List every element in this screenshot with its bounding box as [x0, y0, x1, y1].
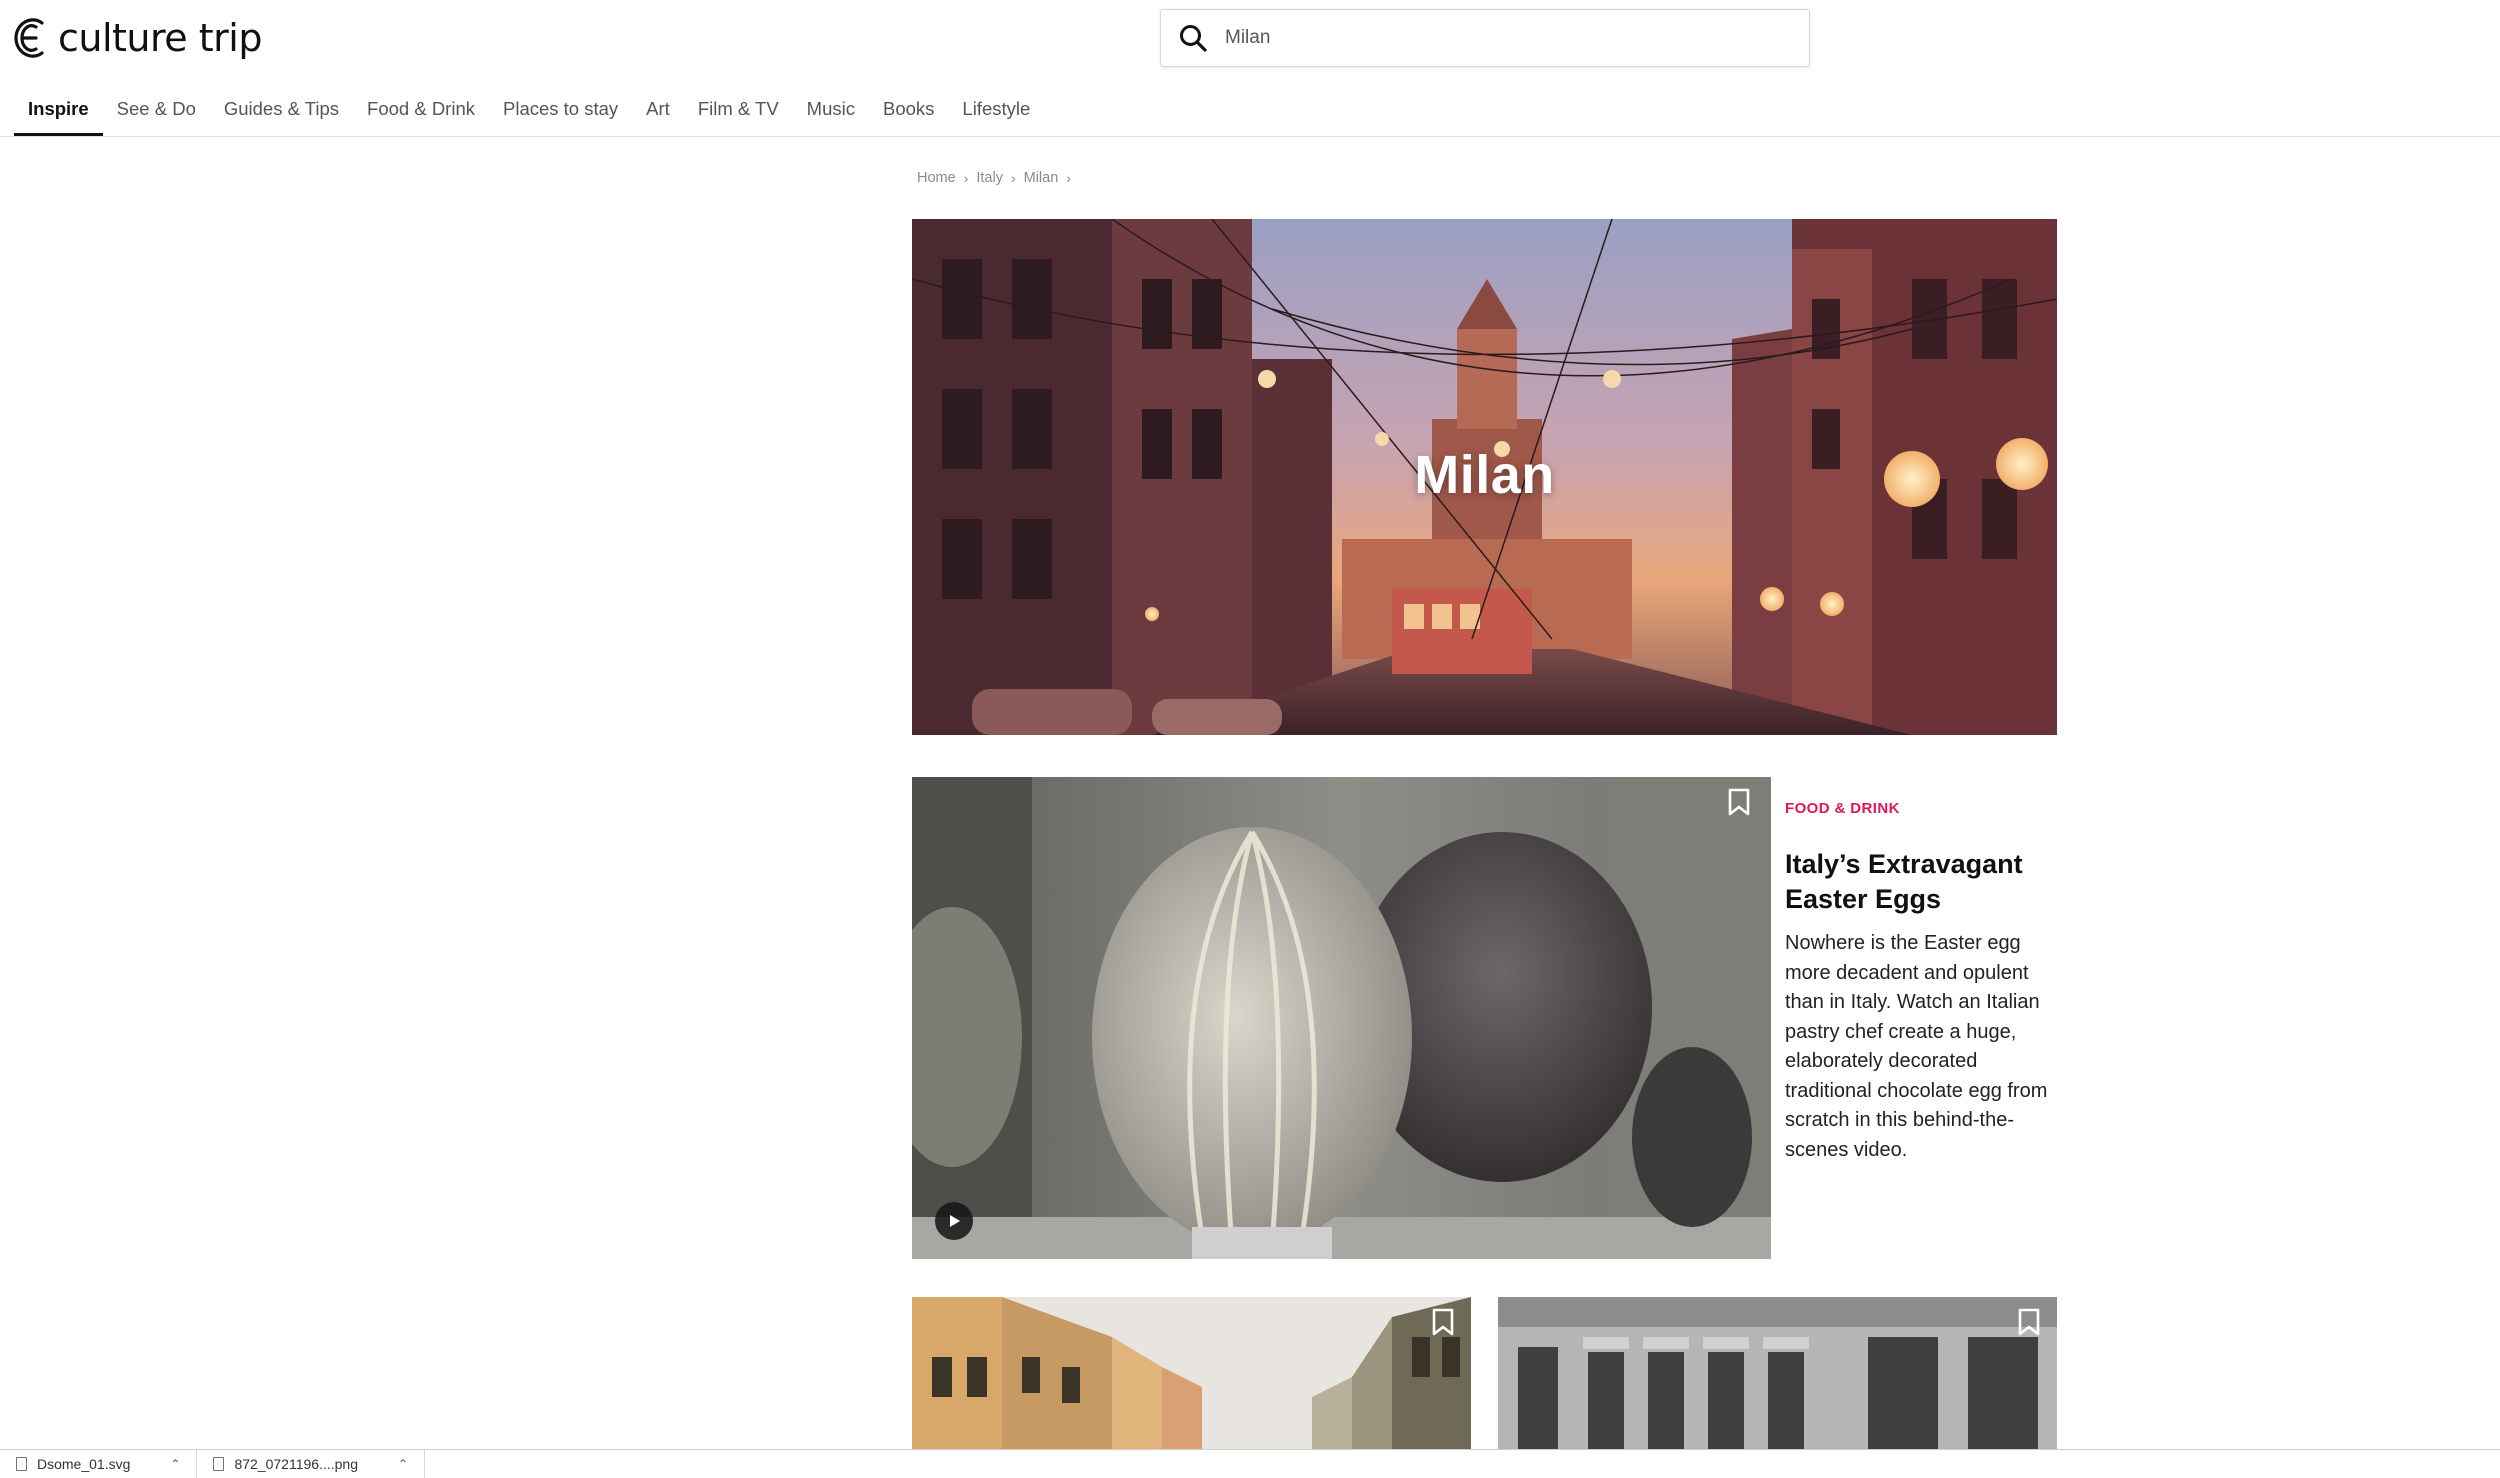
nav-item-art[interactable]: Art: [632, 90, 684, 136]
hero-banner: Milan: [912, 219, 2057, 735]
breadcrumb-separator: ›: [1010, 170, 1016, 186]
article-category[interactable]: FOOD & DRINK: [1785, 800, 2055, 817]
nav-item-books[interactable]: Books: [869, 90, 948, 136]
milan-street-photo: [912, 1297, 1471, 1449]
culture-trip-logo-icon: [14, 18, 44, 58]
chevron-up-icon[interactable]: ⌃: [170, 1457, 180, 1471]
breadcrumb: Home › Italy › Milan ›: [917, 170, 1071, 186]
bookmark-icon[interactable]: [1724, 785, 1754, 819]
bookmark-icon[interactable]: [2014, 1305, 2044, 1339]
search-box[interactable]: [1160, 9, 1810, 67]
nav-divider: [0, 136, 2500, 137]
bookmark-icon[interactable]: [1428, 1305, 1458, 1339]
chevron-up-icon[interactable]: ⌃: [398, 1457, 408, 1471]
logo-wordmark: culture trip: [58, 16, 262, 60]
breadcrumb-milan[interactable]: Milan: [1024, 170, 1059, 186]
search-icon[interactable]: [1161, 10, 1225, 66]
easter-egg-photo: [912, 777, 1771, 1259]
nav-item-film-and-tv[interactable]: Film & TV: [684, 90, 793, 136]
nav-item-lifestyle[interactable]: Lifestyle: [948, 90, 1044, 136]
culture-trip-logo[interactable]: culture trip: [12, 14, 262, 62]
file-icon: [213, 1457, 225, 1471]
featured-article-text: FOOD & DRINK Italy’s Extravagant Easter …: [1785, 800, 2055, 1165]
featured-article-image[interactable]: [912, 777, 1771, 1259]
nav-item-inspire[interactable]: Inspire: [14, 90, 103, 136]
article-description: Nowhere is the Easter egg more decadent …: [1785, 932, 2048, 1161]
breadcrumb-home[interactable]: Home: [917, 170, 956, 186]
nav-item-guides-and-tips[interactable]: Guides & Tips: [210, 90, 353, 136]
download-filename: 872_0721196....png: [234, 1456, 358, 1472]
downloads-bar: Dsome_01.svg ⌃ 872_0721196....png ⌃: [0, 1449, 2500, 1478]
palazzo-facade-photo: [1498, 1297, 2057, 1449]
download-item[interactable]: Dsome_01.svg ⌃: [0, 1449, 198, 1478]
download-filename: Dsome_01.svg: [37, 1456, 131, 1472]
hero-title: Milan: [1414, 445, 1555, 505]
file-icon: [16, 1457, 27, 1471]
search-input[interactable]: [1225, 10, 1809, 66]
breadcrumb-separator: ›: [1066, 170, 1071, 186]
nav-item-places-to-stay[interactable]: Places to stay: [489, 90, 632, 136]
breadcrumb-separator: ›: [963, 170, 969, 186]
article-card-image[interactable]: [1498, 1297, 2057, 1449]
nav-item-food-and-drink[interactable]: Food & Drink: [353, 90, 489, 136]
nav-item-music[interactable]: Music: [793, 90, 869, 136]
download-item[interactable]: 872_0721196....png ⌃: [197, 1449, 426, 1478]
play-icon[interactable]: [935, 1202, 973, 1240]
main-nav: Inspire See & Do Guides & Tips Food & Dr…: [14, 90, 1044, 136]
breadcrumb-italy[interactable]: Italy: [976, 170, 1003, 186]
nav-item-see-and-do[interactable]: See & Do: [103, 90, 210, 136]
article-title[interactable]: Italy’s Extravagant Easter Eggs: [1785, 847, 2055, 917]
article-card-image[interactable]: [912, 1297, 1471, 1449]
